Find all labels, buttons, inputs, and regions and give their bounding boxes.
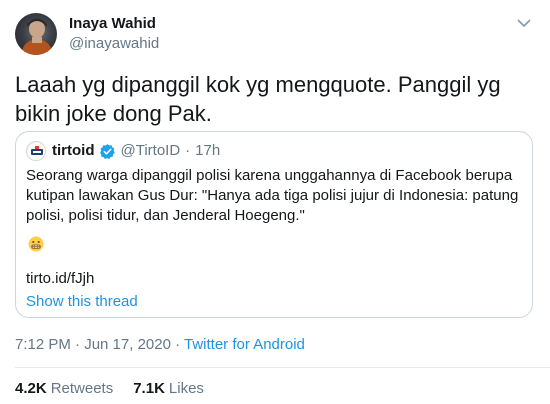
chevron-down-icon[interactable] bbox=[515, 14, 533, 32]
quoted-display-name[interactable]: tirtoid bbox=[52, 141, 95, 161]
quoted-time[interactable]: 17h bbox=[195, 141, 220, 161]
tweet-text: Laaah yg dipanggil kok yg mengquote. Pan… bbox=[15, 72, 501, 126]
likes-count: 7.1K bbox=[133, 380, 165, 397]
tweet-source-link[interactable]: Twitter for Android bbox=[184, 336, 305, 353]
quoted-tweet-text: Seorang warga dipanggil polisi karena un… bbox=[26, 167, 519, 224]
divider bbox=[15, 367, 550, 368]
quoted-tweet-header: tirtoid @TirtoID · 17h bbox=[26, 141, 220, 161]
grimacing-face-icon bbox=[28, 236, 44, 252]
author-handle[interactable]: @inayawahid bbox=[69, 34, 159, 54]
author-names: Inaya Wahid @inayawahid bbox=[69, 14, 159, 54]
retweets-label: Retweets bbox=[50, 380, 114, 397]
tweet-stats: 4.2K Retweets 7.1K Likes bbox=[15, 379, 224, 399]
quoted-handle[interactable]: @TirtoID bbox=[121, 141, 181, 161]
quoted-tweet[interactable]: tirtoid @TirtoID · 17h Seorang warga dip… bbox=[15, 131, 533, 318]
tweet-meta: 7:12 PM · Jun 17, 2020 · Twitter for And… bbox=[15, 335, 305, 355]
tweet-card: Inaya Wahid @inayawahid Laaah yg dipangg… bbox=[0, 0, 550, 404]
retweets-count: 4.2K bbox=[15, 380, 47, 397]
retweets-stat[interactable]: 4.2K Retweets bbox=[15, 379, 113, 399]
separator-dot: · bbox=[185, 142, 191, 159]
verified-badge-icon bbox=[99, 143, 115, 159]
show-thread-link[interactable]: Show this thread bbox=[26, 292, 138, 312]
likes-stat[interactable]: 7.1K Likes bbox=[133, 379, 204, 399]
quoted-link[interactable]: tirto.id/fJjh bbox=[26, 269, 94, 289]
quoted-avatar bbox=[26, 141, 46, 161]
likes-label: Likes bbox=[168, 380, 204, 397]
author-display-name[interactable]: Inaya Wahid bbox=[69, 14, 159, 34]
tweet-header: Inaya Wahid @inayawahid bbox=[15, 10, 535, 58]
tweet-timestamp[interactable]: 7:12 PM · Jun 17, 2020 · bbox=[15, 336, 184, 353]
avatar[interactable] bbox=[15, 13, 57, 55]
